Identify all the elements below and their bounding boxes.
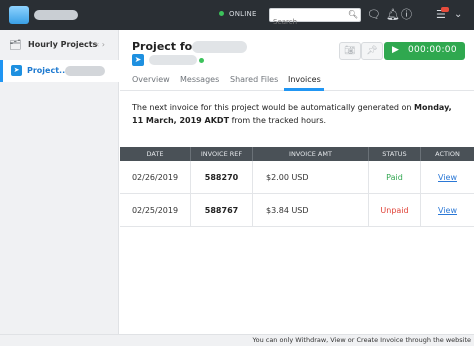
client-online-dot-icon [199, 58, 204, 63]
project-icon: ➤ [11, 65, 22, 76]
table-row: 02/25/2019 588767 $3.84 USD Unpaid View [120, 194, 474, 227]
chevron-down-icon[interactable]: ⌄ [454, 8, 462, 22]
sidebar-item-label: Project.. [27, 66, 66, 75]
prev-arrow-icon[interactable]: ‹ [96, 40, 99, 49]
invoice-amount: $3.84 USD [253, 194, 369, 227]
search-icon[interactable]: 🔍︎ [348, 10, 358, 19]
notification-badge [441, 7, 449, 12]
online-status-label: ONLINE [229, 10, 257, 18]
tab-overview[interactable]: Overview [132, 75, 170, 84]
folder-icon: 🗂︎ [9, 40, 22, 51]
action-cell: View [421, 161, 474, 194]
project-type-icon: ➤ [132, 54, 144, 66]
sidebar: 🗂︎ Hourly Projects ‹ › ➤ Project.. [0, 30, 119, 334]
play-icon: ▶ [392, 45, 399, 55]
tab-invoices[interactable]: Invoices [288, 75, 321, 84]
tab-shared-files[interactable]: Shared Files [230, 75, 278, 84]
pin-button[interactable]: 📌︎ [361, 42, 383, 60]
project-name-redacted [65, 66, 105, 76]
table-row: 02/26/2019 588270 $2.00 USD Paid View [120, 161, 474, 194]
notice-prefix: The next invoice for this project would … [132, 103, 415, 112]
chat-icon[interactable]: 🗨︎ [367, 8, 381, 22]
column-header-action: ACTION [435, 150, 460, 158]
view-invoice-link[interactable]: View [438, 173, 457, 182]
help-icon[interactable]: ⓘ [401, 8, 412, 22]
invoice-date: 02/25/2019 [120, 194, 191, 227]
invoice-amount: $2.00 USD [253, 161, 369, 194]
online-status: ONLINE [219, 10, 257, 18]
tab-bar: Overview Messages Shared Files Invoices [120, 71, 474, 91]
column-header-date: DATE [120, 147, 191, 161]
tab-messages[interactable]: Messages [180, 75, 219, 84]
user-name-redacted [34, 10, 78, 20]
next-arrow-icon[interactable]: › [102, 40, 105, 49]
timer-button[interactable]: ▶ 000:00:00 [384, 42, 465, 60]
online-dot-icon [219, 11, 224, 16]
footer-bar: You can only Withdraw, View or Create In… [0, 334, 474, 346]
bell-icon[interactable]: 🔔︎ [386, 8, 400, 22]
sidebar-heading: Hourly Projects [28, 40, 98, 49]
app-logo[interactable] [9, 6, 29, 24]
invoice-notice: The next invoice for this project would … [132, 101, 452, 127]
invoice-table: DATE INVOICE REF INVOICE AMT STATUS ACTI… [120, 147, 474, 227]
sidebar-pager: ‹ › [96, 40, 105, 49]
timer-value: 000:00:00 [408, 45, 457, 55]
invoice-ref: 588270 [191, 161, 253, 194]
top-bar: ONLINE 🔍︎ 🗨︎ 🔔︎ ⓘ ☰ ⌄ [0, 0, 474, 30]
view-invoice-link[interactable]: View [438, 206, 457, 215]
main-content: Project for ➤ 📷︎ 📌︎ ▶ 000:00:00 Overview… [120, 30, 474, 334]
sidebar-header: 🗂︎ Hourly Projects ‹ › [9, 39, 114, 53]
action-cell: View [421, 194, 474, 227]
search-box: 🔍︎ [269, 8, 361, 28]
client-info-redacted [149, 55, 197, 65]
camera-button[interactable]: 📷︎ [339, 42, 361, 60]
table-header: DATE INVOICE REF INVOICE AMT STATUS ACTI… [120, 147, 474, 161]
column-header-invoice-ref: INVOICE REF [191, 147, 253, 161]
invoice-ref: 588767 [191, 194, 253, 227]
client-name-redacted [192, 41, 247, 53]
page-title: Project for [132, 40, 198, 53]
status-badge: Paid [369, 161, 421, 194]
footer-notice: You can only Withdraw, View or Create In… [252, 336, 471, 344]
sidebar-item-project[interactable]: ➤ Project.. [0, 60, 119, 82]
invoice-date: 02/26/2019 [120, 161, 191, 194]
notice-suffix: from the tracked hours. [229, 116, 327, 125]
column-header-status: STATUS [369, 147, 421, 161]
column-header-invoice-amt: INVOICE AMT [253, 147, 369, 161]
active-tab-indicator [284, 88, 324, 91]
status-badge: Unpaid [369, 194, 421, 227]
search-input[interactable] [270, 16, 348, 28]
